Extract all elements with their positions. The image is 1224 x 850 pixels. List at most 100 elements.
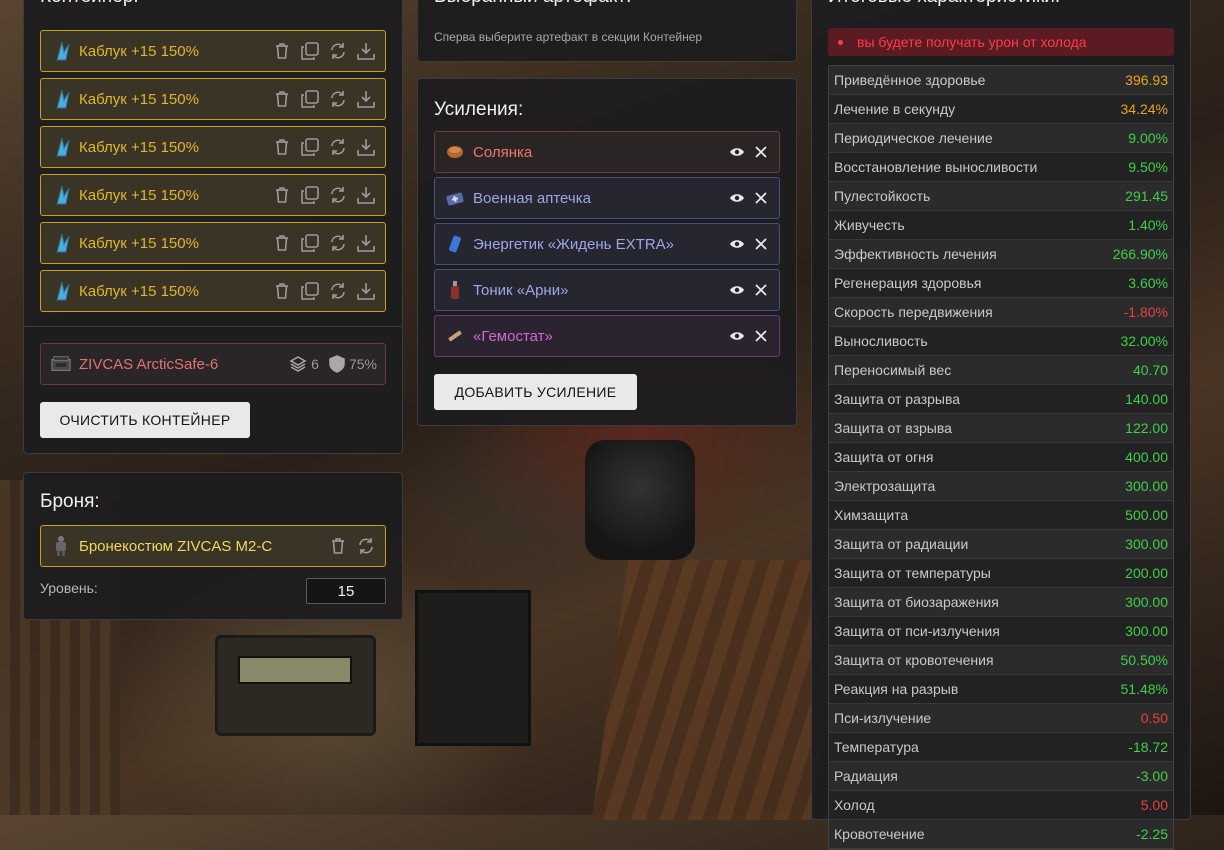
stat-name: Защита от радиации — [834, 536, 969, 552]
boost-item[interactable]: Тоник «Арни» — [434, 269, 780, 311]
copy-artifact-button[interactable] — [301, 282, 319, 300]
toggle-boost-visibility-button[interactable] — [729, 190, 745, 206]
stat-value: 122.00 — [1125, 420, 1168, 436]
remove-boost-button[interactable] — [753, 328, 769, 344]
delete-artifact-button[interactable] — [273, 138, 291, 156]
container-title: Контейнер: — [40, 0, 139, 8]
boost-item[interactable]: Солянка — [434, 131, 780, 173]
stat-value: 9.00% — [1128, 130, 1168, 146]
stat-value: -18.72 — [1128, 739, 1168, 755]
swap-artifact-button[interactable] — [329, 42, 347, 60]
stat-name: Радиация — [834, 768, 898, 784]
swap-artifact-button[interactable] — [329, 138, 347, 156]
stat-row: Защита от взрыва 122.00 — [829, 414, 1173, 443]
trash-icon — [276, 91, 288, 107]
armor-label: Бронекостюм ZIVCAS M2-C — [79, 537, 273, 555]
selected-artifact-panel: Выбранный артефакт: Сперва выберите арте… — [417, 0, 797, 62]
stat-row: Живучесть 1.40% — [829, 211, 1173, 240]
artifact-slot[interactable]: Каблук +15 150% — [40, 174, 386, 216]
clear-container-button[interactable]: ОЧИСТИТЬ КОНТЕЙНЕР — [40, 402, 250, 438]
armor-item[interactable]: Бронекостюм ZIVCAS M2-C — [40, 525, 386, 567]
artifact-icon — [56, 281, 70, 301]
swap-artifact-button[interactable] — [329, 90, 347, 108]
add-boost-button[interactable]: ДОБАВИТЬ УСИЛЕНИЕ — [434, 374, 637, 410]
artifact-slot[interactable]: Каблук +15 150% — [40, 270, 386, 312]
close-icon — [755, 146, 767, 158]
remove-boost-button[interactable] — [753, 144, 769, 160]
remove-boost-button[interactable] — [753, 282, 769, 298]
toggle-boost-visibility-button[interactable] — [729, 236, 745, 252]
stat-name: Холод — [834, 797, 875, 813]
close-icon — [755, 284, 767, 296]
swap-artifact-button[interactable] — [329, 282, 347, 300]
armor-suit-icon — [56, 536, 66, 556]
artifact-slot[interactable]: Каблук +15 150% — [40, 126, 386, 168]
trash-icon — [276, 187, 288, 203]
swap-artifact-button[interactable] — [329, 234, 347, 252]
export-artifact-button[interactable] — [357, 42, 375, 60]
delete-artifact-button[interactable] — [273, 234, 291, 252]
artifact-slot[interactable]: Каблук +15 150% — [40, 78, 386, 120]
stat-row: Реакция на разрыв 51.48% — [829, 675, 1173, 704]
delete-armor-button[interactable] — [329, 537, 347, 555]
copy-artifact-button[interactable] — [301, 138, 319, 156]
toggle-boost-visibility-button[interactable] — [729, 144, 745, 160]
syringe-icon — [448, 330, 462, 342]
stat-name: Защита от разрыва — [834, 391, 961, 407]
boost-label: Солянка — [473, 143, 533, 161]
toggle-boost-visibility-button[interactable] — [729, 328, 745, 344]
swap-armor-button[interactable] — [357, 537, 375, 555]
stats-table: Приведённое здоровье 396.93 Лечение в се… — [828, 65, 1174, 850]
download-icon — [357, 139, 375, 156]
stat-name: Выносливость — [834, 333, 928, 349]
download-icon — [357, 283, 375, 300]
copy-artifact-button[interactable] — [301, 186, 319, 204]
remove-boost-button[interactable] — [753, 236, 769, 252]
toggle-boost-visibility-button[interactable] — [729, 282, 745, 298]
armor-level-input[interactable] — [306, 578, 386, 604]
delete-artifact-button[interactable] — [273, 90, 291, 108]
stat-row: Переносимый вес 40.70 — [829, 356, 1173, 385]
stat-name: Температура — [834, 739, 919, 755]
swap-artifact-button[interactable] — [329, 186, 347, 204]
copy-artifact-button[interactable] — [301, 234, 319, 252]
download-icon — [357, 43, 375, 60]
eye-icon — [730, 240, 744, 248]
artifact-slot[interactable]: Каблук +15 150% — [40, 30, 386, 72]
artifact-slot[interactable]: Каблук +15 150% — [40, 222, 386, 264]
stat-value: 5.00 — [1140, 797, 1168, 813]
armor-title: Броня: — [40, 491, 100, 512]
delete-artifact-button[interactable] — [273, 282, 291, 300]
artifact-label: Каблук +15 150% — [79, 234, 199, 252]
boost-item[interactable]: Энергетик «Жидень EXTRA» — [434, 223, 780, 265]
export-artifact-button[interactable] — [357, 234, 375, 252]
stat-row: Выносливость 32.00% — [829, 327, 1173, 356]
stats-title: Итоговые характеристики: — [828, 0, 1060, 8]
stat-value: -1.80% — [1123, 304, 1168, 320]
copy-artifact-button[interactable] — [301, 42, 319, 60]
stat-name: Химзащита — [834, 507, 909, 523]
stat-value: 300.00 — [1125, 594, 1168, 610]
trash-icon — [276, 139, 288, 155]
delete-artifact-button[interactable] — [273, 186, 291, 204]
bottle-icon — [451, 281, 459, 299]
delete-artifact-button[interactable] — [273, 42, 291, 60]
boost-item[interactable]: «Гемостат» — [434, 315, 780, 357]
stat-name: Защита от взрыва — [834, 420, 952, 436]
stat-name: Скорость передвижения — [834, 304, 993, 320]
download-icon — [357, 187, 375, 204]
container-case[interactable]: ZIVCAS ArcticSafe-6 6 75% — [40, 343, 386, 385]
remove-boost-button[interactable] — [753, 190, 769, 206]
stat-name: Живучесть — [834, 217, 905, 233]
export-artifact-button[interactable] — [357, 90, 375, 108]
boost-item[interactable]: Военная аптечка — [434, 177, 780, 219]
copy-artifact-button[interactable] — [301, 90, 319, 108]
selected-hint: Сперва выберите артефакт в секции Контей… — [434, 30, 703, 44]
export-artifact-button[interactable] — [357, 186, 375, 204]
export-artifact-button[interactable] — [357, 138, 375, 156]
stat-value: 266.90% — [1112, 246, 1168, 262]
export-artifact-button[interactable] — [357, 282, 375, 300]
case-label: ZIVCAS ArcticSafe-6 — [79, 355, 219, 373]
refresh-icon — [331, 187, 345, 203]
stat-value: -3.00 — [1136, 768, 1168, 784]
